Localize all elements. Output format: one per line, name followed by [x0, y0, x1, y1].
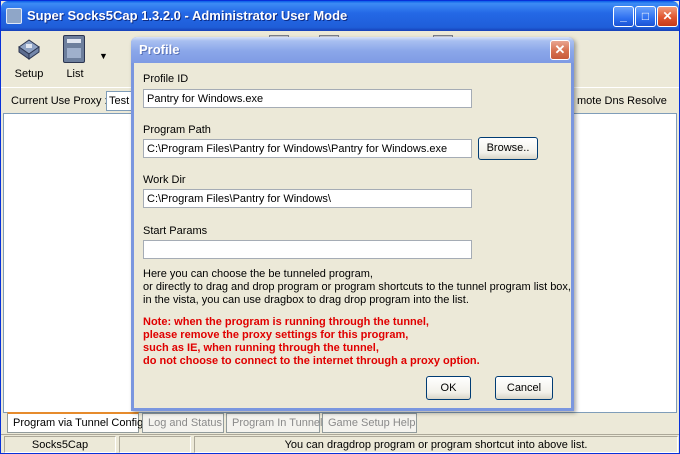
window-title: Super Socks5Cap 1.3.2.0 - Administrator …: [27, 8, 348, 23]
start-params-input[interactable]: [143, 240, 472, 259]
list-icon: [63, 35, 85, 63]
setup-label: Setup: [14, 68, 44, 80]
tab-program-via-tunnel-config[interactable]: Program via Tunnel Config: [7, 412, 143, 433]
help-line: in the vista, you can use dragbox to dra…: [143, 294, 469, 306]
dialog-title: Profile: [139, 42, 180, 57]
program-path-label: Program Path: [143, 124, 211, 136]
note-line: please remove the proxy settings for thi…: [143, 329, 409, 341]
setup-icon: [18, 39, 40, 60]
note-text: Note: when the program is running throug…: [143, 316, 563, 368]
current-proxy-label: Current Use Proxy :: [11, 95, 108, 107]
start-params-label: Start Params: [143, 225, 208, 237]
work-dir-label: Work Dir: [143, 174, 186, 186]
note-line: do not choose to connect to the internet…: [143, 355, 480, 367]
tab-game-setup-help[interactable]: Game Setup Help: [322, 413, 417, 433]
app-icon: [6, 8, 22, 24]
tab-log-and-status[interactable]: Log and Status: [142, 413, 224, 433]
cancel-button[interactable]: Cancel: [495, 376, 553, 400]
note-line: Note: when the program is running throug…: [143, 316, 429, 328]
list-dropdown-arrow-icon[interactable]: ▼: [99, 51, 108, 61]
list-label: List: [66, 68, 84, 80]
help-text: Here you can choose the be tunneled prog…: [143, 268, 571, 307]
minimize-button[interactable]: _: [613, 6, 634, 27]
status-middle: [119, 436, 191, 453]
title-bar[interactable]: Super Socks5Cap 1.3.2.0 - Administrator …: [1, 1, 679, 31]
status-message: You can dragdrop program or program shor…: [194, 436, 678, 453]
maximize-button[interactable]: □: [635, 6, 656, 27]
note-line: such as IE, when running through the tun…: [143, 342, 379, 354]
tab-program-in-tunnel[interactable]: Program In Tunnel: [226, 413, 323, 433]
profile-id-label: Profile ID: [143, 73, 189, 85]
status-bar: Socks5Cap You can dragdrop program or pr…: [1, 434, 679, 453]
dialog-title-bar[interactable]: Profile ✕: [131, 37, 574, 63]
work-dir-input[interactable]: C:\Program Files\Pantry for Windows\: [143, 189, 472, 208]
profile-dialog: Profile ✕ Profile ID Pantry for Windows.…: [131, 37, 574, 411]
dialog-close-icon[interactable]: ✕: [550, 40, 570, 60]
program-path-input[interactable]: C:\Program Files\Pantry for Windows\Pant…: [143, 139, 472, 158]
profile-id-input[interactable]: Pantry for Windows.exe: [143, 89, 472, 108]
help-line: Here you can choose the be tunneled prog…: [143, 268, 373, 280]
list-button[interactable]: List: [53, 34, 97, 82]
help-line: or directly to drag and drop program or …: [143, 281, 571, 293]
status-app-name: Socks5Cap: [4, 436, 116, 453]
setup-button[interactable]: Setup: [7, 34, 51, 82]
remote-dns-checkbox-label[interactable]: mote Dns Resolve: [577, 95, 667, 107]
ok-button[interactable]: OK: [426, 376, 471, 400]
close-button[interactable]: ✕: [657, 6, 678, 27]
browse-button[interactable]: Browse..: [478, 137, 538, 160]
